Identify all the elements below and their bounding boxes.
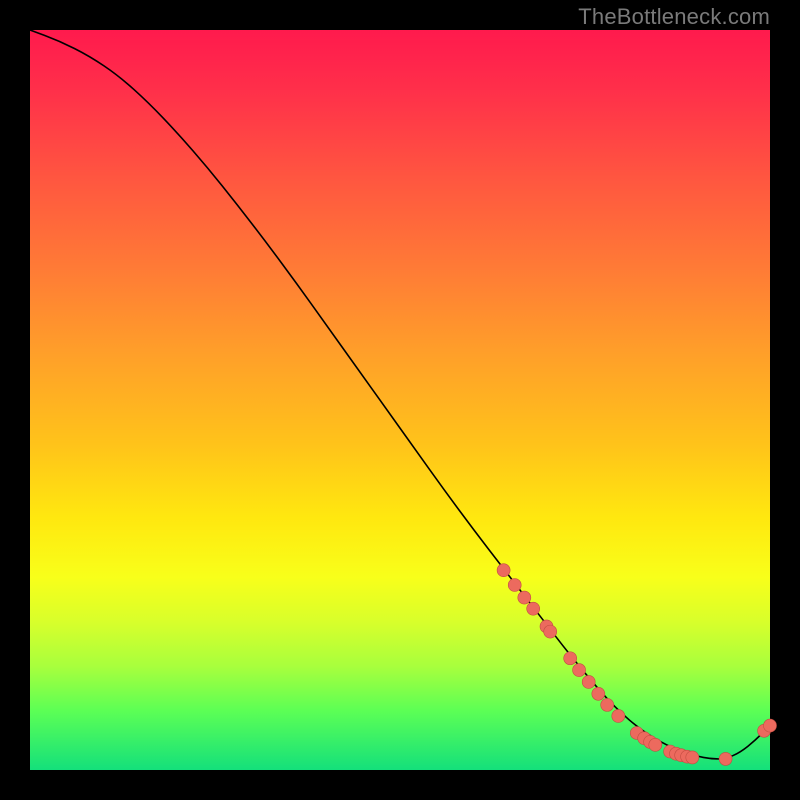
data-marker: [564, 652, 577, 665]
data-marker: [497, 564, 510, 577]
data-marker: [544, 625, 557, 638]
data-marker: [601, 698, 614, 711]
data-marker: [764, 719, 777, 732]
plot-area: [30, 30, 770, 770]
data-marker: [518, 591, 531, 604]
data-marker: [573, 664, 586, 677]
marker-group: [497, 564, 776, 766]
data-marker: [527, 602, 540, 615]
data-marker: [649, 738, 662, 751]
chart-svg: [30, 30, 770, 770]
data-marker: [582, 675, 595, 688]
data-marker: [508, 579, 521, 592]
bottleneck-curve: [30, 30, 770, 759]
data-marker: [686, 751, 699, 764]
watermark-text: TheBottleneck.com: [578, 4, 770, 30]
data-marker: [612, 709, 625, 722]
data-marker: [592, 687, 605, 700]
data-marker: [719, 752, 732, 765]
chart-stage: TheBottleneck.com: [0, 0, 800, 800]
